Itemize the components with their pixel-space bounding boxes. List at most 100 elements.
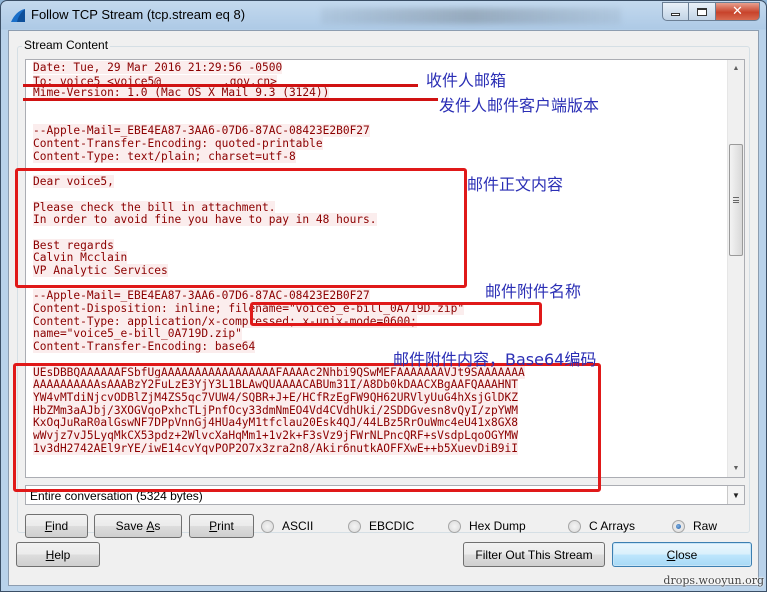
print-label-key: P	[209, 519, 218, 533]
conversation-select-value: Entire conversation (5324 bytes)	[30, 489, 203, 503]
radio-label: ASCII	[282, 519, 314, 533]
close-button[interactable]: Close	[612, 542, 752, 567]
grip-icon	[733, 197, 739, 203]
stream-line-text: --Apple-Mail=_EBE4EA87-3AA6-07D6-87AC-08…	[33, 124, 370, 138]
title-bar[interactable]: Follow TCP Stream (tcp.stream eq 8) ✕	[1, 1, 766, 30]
close-icon: ✕	[732, 4, 743, 19]
stream-line-text: 1v3dH2742AEl9rYE/iwE14cvYqvPOP2O7x3zra2n…	[33, 441, 518, 455]
annotation-recipient: 收件人邮箱	[426, 71, 507, 90]
maximize-button[interactable]	[689, 2, 716, 21]
stream-line-text: VP Analytic Services	[33, 264, 168, 277]
radio-ebcdic[interactable]: EBCDIC	[348, 519, 414, 533]
find-label-post: ind	[52, 519, 69, 533]
stream-content-group: Stream Content Date: Tue, 29 Mar 2016 21…	[17, 38, 750, 538]
follow-tcp-stream-window: Follow TCP Stream (tcp.stream eq 8) ✕ St…	[0, 0, 767, 592]
annotation-client-version: 发件人邮件客户端版本	[439, 96, 600, 115]
stream-line-text: Content-Disposition: inline; filename="v…	[33, 302, 465, 316]
help-label-post: elp	[54, 547, 71, 562]
help-label-key: H	[45, 547, 55, 562]
stream-line: Content-Transfer-Encoding: quoted-printa…	[33, 137, 525, 151]
stream-line-text: HbZMm3aAJbj/3XOGVqoPxhcTLjPnfOcy33dmNmEO…	[33, 403, 518, 417]
stream-line: AAAAAAAAAAsAAABzY2FuLzE3YjY3L1BLAwQUAAAA…	[33, 378, 525, 392]
stream-line-text: Content-Transfer-Encoding: base64	[33, 340, 256, 354]
print-button[interactable]: Print	[189, 514, 254, 538]
stream-line-text: Date: Tue, 29 Mar 2016 21:29:56 -0500	[33, 61, 283, 74]
maximize-icon	[697, 7, 707, 16]
radio-label: Hex Dump	[469, 519, 526, 533]
scroll-thumb[interactable]	[729, 144, 743, 256]
dialog-client: Stream Content Date: Tue, 29 Mar 2016 21…	[8, 30, 759, 586]
radio-ascii[interactable]: ASCII	[261, 519, 313, 533]
close-label-key: C	[666, 547, 676, 562]
vertical-scrollbar[interactable]: ▲ ▼	[727, 60, 744, 477]
stream-line-text: --Apple-Mail=_EBE4EA87-3AA6-07D6-87AC-08…	[33, 289, 370, 303]
stream-line-text: In order to avoid fine you have to pay i…	[33, 213, 377, 227]
stream-line-text: name="voice5_e-bill_0A719D.zip"	[33, 327, 242, 341]
stream-line	[33, 189, 525, 202]
stream-line-text: Calvin Mcclain	[33, 251, 128, 265]
save-as-label-post: s	[154, 519, 161, 533]
find-button[interactable]: Find	[25, 514, 88, 538]
radio-hex-dump[interactable]: Hex Dump	[448, 519, 526, 533]
stream-line: In order to avoid fine you have to pay i…	[33, 213, 525, 227]
stream-line-text: Dear voice5,	[33, 175, 114, 189]
stream-line-text: Content-Type: application/x-compressed; …	[33, 314, 417, 328]
radio-label: C Arrays	[589, 519, 636, 533]
window-controls: ✕	[662, 2, 760, 21]
stream-line: Content-Disposition: inline; filename="v…	[33, 302, 525, 316]
stream-line: wWvjz7vJ5LyqMkCX53pdz+2WlvcXaHqMm1+1v2k+…	[33, 428, 525, 443]
stream-line-text: Content-Type: text/plain; charset=utf-8	[33, 149, 296, 163]
stream-line-text: KxOqJuRaR0alGswNF7DPpVnnGj4HUa4yM1tfclau…	[33, 416, 518, 430]
radio-c-arrays[interactable]: C Arrays	[568, 519, 635, 533]
minimize-icon	[671, 12, 680, 16]
dialog-button-row: Help Filter Out This Stream Close	[9, 542, 760, 572]
radio-icon	[568, 519, 581, 533]
radio-label: EBCDIC	[369, 519, 415, 533]
group-label: Stream Content	[22, 38, 111, 52]
annotation-attachment-name: 邮件附件名称	[485, 282, 582, 301]
radio-icon	[448, 519, 461, 533]
scroll-down-icon[interactable]: ▼	[728, 460, 744, 477]
save-as-label-key: A	[146, 519, 155, 533]
annotation-body: 邮件正文内容	[467, 175, 564, 194]
minimize-button[interactable]	[662, 2, 689, 21]
help-button[interactable]: Help	[16, 542, 100, 567]
stream-line-text: Best regards	[33, 238, 114, 252]
scroll-up-icon[interactable]: ▲	[728, 60, 744, 77]
radio-raw[interactable]: Raw	[672, 519, 717, 533]
window-title: Follow TCP Stream (tcp.stream eq 8)	[31, 7, 246, 22]
stream-line: YW4vMTdiNjcvODBlZjM4ZS5qc7VUW4/SQBR+J+E/…	[33, 390, 525, 405]
filter-out-stream-button[interactable]: Filter Out This Stream	[463, 542, 605, 567]
stream-line-text: Content-Transfer-Encoding: quoted-printa…	[33, 137, 323, 151]
radio-icon	[261, 519, 274, 533]
stream-line: Dear voice5,	[33, 175, 525, 189]
stream-line: 1v3dH2742AEl9rYE/iwE14cvYqvPOP2O7x3zra2n…	[33, 441, 525, 456]
find-label-key: F	[44, 519, 53, 533]
stream-line	[33, 227, 525, 240]
stream-line-text: AAAAAAAAAAsAAABzY2FuLzE3YjY3L1BLAwQUAAAA…	[33, 378, 518, 392]
close-window-button[interactable]: ✕	[716, 2, 760, 21]
save-as-label-pre: Save	[115, 519, 147, 533]
stream-text-area[interactable]: Date: Tue, 29 Mar 2016 21:29:56 -0500 To:…	[25, 59, 745, 478]
stream-line: VP Analytic Services	[33, 264, 525, 278]
save-as-button[interactable]: Save As	[94, 514, 182, 538]
radio-label: Raw	[693, 519, 718, 533]
stream-line-text: wWvjz7vJ5LyqMkCX53pdz+2WlvcXaHqMm1+1v2k+…	[33, 428, 518, 442]
radio-selected-icon	[672, 519, 685, 533]
stream-line: Content-Type: text/plain; charset=utf-8	[33, 149, 525, 164]
radio-icon	[348, 519, 361, 533]
wireshark-fin-icon	[11, 9, 25, 22]
annotation-attachment-content: 邮件附件内容，Base64编码	[393, 350, 597, 369]
annotation-underline-recipient	[23, 84, 418, 87]
print-label-post: rint	[217, 519, 234, 533]
chevron-down-icon[interactable]: ▼	[727, 486, 744, 504]
stream-line-text: Please check the bill in attachment.	[33, 200, 276, 214]
action-row: Find Save As Print ASCII EBCDIC Hex Dump…	[25, 514, 745, 538]
background-blur	[321, 8, 621, 24]
stream-line-text: YW4vMTdiNjcvODBlZjM4ZS5qc7VUW4/SQBR+J+E/…	[33, 390, 518, 404]
conversation-select[interactable]: Entire conversation (5324 bytes) ▼	[25, 485, 745, 505]
watermark: drops.wooyun.org	[663, 574, 764, 587]
close-label-post: lose	[675, 547, 698, 562]
stream-text: Date: Tue, 29 Mar 2016 21:29:56 -0500 To:…	[33, 61, 525, 456]
annotation-underline-client	[23, 98, 438, 101]
